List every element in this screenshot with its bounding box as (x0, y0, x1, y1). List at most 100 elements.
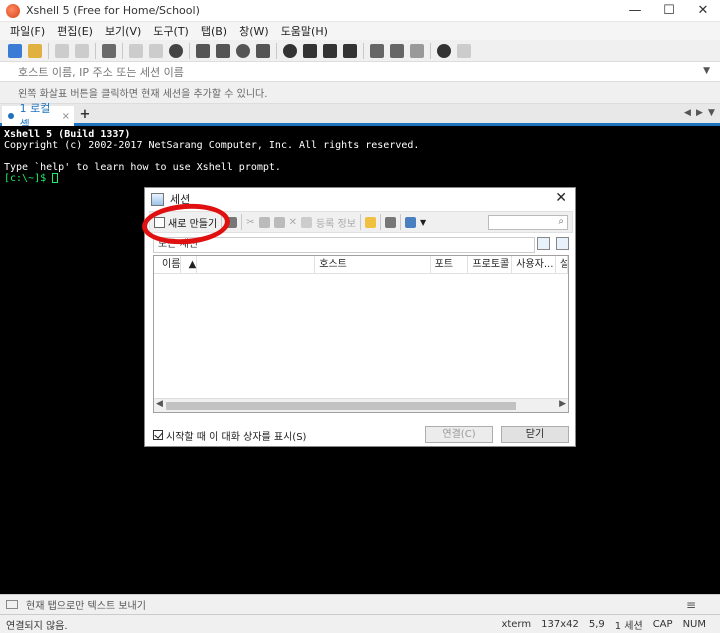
delete-icon[interactable]: ✕ (289, 217, 297, 228)
terminal-line: Xshell 5 (Build 1337) (4, 129, 131, 140)
tunnel-icon[interactable] (303, 43, 317, 58)
menu-tools[interactable]: 도구(T) (153, 23, 189, 39)
column-protocol[interactable]: 프로토콜 (468, 256, 513, 273)
menu-tab[interactable]: 탭(B) (201, 23, 227, 39)
help-icon[interactable] (437, 43, 451, 58)
connect-icon[interactable] (55, 43, 69, 58)
tab-close-icon[interactable]: × (62, 111, 70, 122)
menu-view[interactable]: 보기(V) (105, 23, 141, 39)
xftp-icon[interactable] (283, 43, 297, 58)
close-button[interactable]: ✕ (686, 0, 720, 22)
folder-icon[interactable] (364, 216, 376, 228)
connection-status: 연결되지 않음. (6, 620, 68, 632)
up-folder-icon[interactable] (537, 237, 550, 250)
column-user[interactable]: 사용자... (512, 256, 557, 273)
terminal-line: Copyright (c) 2002-2017 NetSarang Comput… (4, 140, 420, 151)
tab-next-icon[interactable]: ▶ (696, 108, 703, 118)
scroll-left-icon[interactable]: ◀ (156, 399, 163, 409)
fullscreen-icon[interactable] (323, 43, 337, 58)
menu-file[interactable]: 파일(F) (10, 23, 45, 39)
view-mode-icon[interactable] (404, 216, 416, 228)
lock-icon[interactable] (343, 43, 357, 58)
column-name-label: 이름 (158, 256, 182, 273)
status-bar: 연결되지 않음. xterm 137x42 5,9 1 세션 CAP NUM (0, 614, 720, 633)
chat-icon[interactable] (457, 43, 471, 58)
toolbar-separator (241, 214, 243, 230)
cut-icon[interactable]: ✂ (246, 217, 254, 228)
compose-text: 현재 탭으로만 텍스트 보내기 (26, 601, 146, 612)
menu-icon[interactable]: ≡ (686, 598, 696, 612)
caps-lock-indicator: CAP (652, 619, 673, 630)
cursor-position: 5,9 (588, 619, 605, 630)
dialog-footer: 시작할 때 이 대화 상자를 표시(S) 연결(C) 닫기 (153, 426, 569, 444)
copy-icon[interactable] (258, 216, 270, 228)
properties-icon[interactable] (300, 216, 312, 228)
tab-bar: 1 로컬 셸 × + ◀ ▶ ▼ (0, 102, 720, 131)
menu-bar: 파일(F) 편집(E) 보기(V) 도구(T) 탭(B) 창(W) 도움말(H) (0, 22, 720, 40)
address-bar[interactable]: 호스트 이름, IP 주소 또는 세션 이름 ▼ (0, 62, 720, 82)
scrollbar-thumb[interactable] (166, 402, 516, 410)
chevron-down-icon[interactable]: ▼ (703, 66, 710, 76)
properties-label[interactable]: 등록 정보 (316, 215, 356, 230)
globe-icon[interactable] (236, 43, 250, 58)
session-search-input[interactable]: ⌕ (488, 215, 568, 230)
minimize-button[interactable]: — (618, 0, 652, 22)
paste-icon[interactable] (149, 43, 163, 58)
session-path-field[interactable]: 모든 세션 (153, 237, 535, 253)
show-on-start-label[interactable]: 시작할 때 이 대화 상자를 표시(S) (166, 428, 306, 443)
toolbar-separator (95, 42, 96, 59)
column-host[interactable]: 호스트 (315, 256, 431, 273)
transfer-icon[interactable] (216, 43, 230, 58)
sort-ascending-icon: ▲ (185, 256, 198, 273)
tab-local-shell[interactable]: 1 로컬 셸 × (2, 102, 74, 131)
session-list-header: 이름 ▲ 호스트 포트 프로토콜 사용자... 설 (154, 256, 568, 274)
chevron-down-icon[interactable]: ▼ (420, 218, 426, 227)
column-description[interactable]: 설 (556, 256, 568, 273)
properties-icon[interactable] (102, 43, 116, 58)
tab-prev-icon[interactable]: ◀ (684, 108, 691, 118)
paste-icon[interactable] (273, 216, 285, 228)
print-icon[interactable] (196, 43, 210, 58)
info-text: 왼쪽 화살표 버튼을 클릭하면 현재 세션을 추가할 수 있니다. (18, 89, 268, 100)
column-name[interactable]: 이름 ▲ (154, 256, 316, 273)
import-icon[interactable] (384, 216, 396, 228)
font-icon[interactable] (256, 43, 270, 58)
menu-edit[interactable]: 편집(E) (57, 23, 93, 39)
keyboard-icon (6, 600, 18, 609)
address-placeholder: 호스트 이름, IP 주소 또는 세션 이름 (18, 65, 184, 79)
new-session-icon[interactable] (8, 43, 22, 58)
connect-button[interactable]: 연결(C) (425, 426, 493, 443)
toolbar-separator (430, 42, 431, 59)
compose-icon[interactable] (390, 43, 404, 58)
keyboard-icon[interactable] (370, 43, 384, 58)
menu-help[interactable]: 도움말(H) (281, 23, 328, 39)
num-lock-indicator: NUM (682, 619, 706, 630)
show-on-start-checkbox[interactable] (153, 430, 163, 440)
dialog-close-icon[interactable]: ✕ (555, 190, 567, 206)
copy-icon[interactable] (129, 43, 143, 58)
maximize-button[interactable]: ☐ (652, 0, 686, 22)
scroll-right-icon[interactable]: ▶ (559, 399, 566, 409)
dialog-close-button[interactable]: 닫기 (501, 426, 569, 443)
add-tab-button[interactable]: + (77, 107, 93, 123)
title-bar: Xshell 5 (Free for Home/School) — ☐ ✕ (0, 0, 720, 22)
disconnect-icon[interactable] (75, 43, 89, 58)
terminal-cursor (52, 173, 59, 183)
open-folder-icon[interactable] (28, 43, 42, 58)
horizontal-scrollbar[interactable]: ◀ ▶ (154, 398, 568, 412)
column-port[interactable]: 포트 (431, 256, 469, 273)
session-list[interactable]: 이름 ▲ 호스트 포트 프로토콜 사용자... 설 ◀ ▶ (153, 255, 569, 413)
xshell-logo-icon (6, 3, 20, 18)
refresh-icon[interactable] (556, 237, 569, 250)
toolbar-separator (379, 214, 381, 230)
terminal-prompt-line: [c:\~]$ (4, 173, 716, 184)
layout-icon[interactable] (410, 43, 424, 58)
menu-window[interactable]: 창(W) (239, 23, 269, 39)
find-icon[interactable] (169, 43, 183, 58)
sessions-window-icon (151, 192, 164, 206)
compose-bar[interactable]: 현재 탭으로만 텍스트 보내기 ≡ (0, 594, 720, 614)
terminal-size: 137x42 (541, 619, 579, 630)
status-indicators: xterm 137x42 5,9 1 세션 CAP NUM (501, 615, 720, 633)
tab-list-icon[interactable]: ▼ (708, 108, 715, 118)
